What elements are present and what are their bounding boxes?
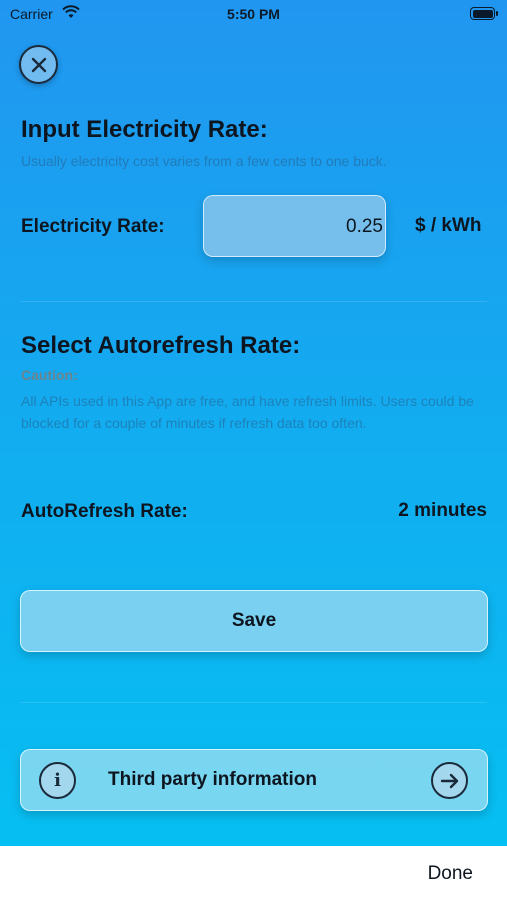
info-icon: i [39, 762, 76, 799]
battery-icon [470, 7, 498, 20]
electricity-rate-input[interactable]: 0.25 [203, 195, 386, 257]
clock-label: 5:50 PM [227, 6, 280, 22]
close-button[interactable] [19, 45, 58, 84]
third-party-info-button[interactable]: i Third party information [20, 749, 488, 811]
autorefresh-rate-picker[interactable]: 2 minutes [398, 500, 487, 522]
divider [21, 702, 487, 703]
done-button[interactable]: Done [428, 863, 473, 885]
caution-text: All APIs used in this App are free, and … [21, 393, 474, 431]
rate-unit-label: $ / kWh [415, 215, 482, 236]
electricity-section-title: Input Electricity Rate: [21, 116, 268, 143]
status-bar: Carrier 5:50 PM [0, 0, 507, 30]
close-icon [31, 57, 46, 72]
caution-label: Caution: [21, 367, 78, 383]
settings-screen: Carrier 5:50 PM Input Electricity Rate: … [0, 0, 507, 846]
autorefresh-rate-label: AutoRefresh Rate: [21, 501, 188, 522]
divider [21, 301, 487, 302]
bottom-toolbar: Done [0, 846, 507, 900]
autorefresh-section-title: Select Autorefresh Rate: [21, 332, 301, 359]
third-party-info-label: Third party information [108, 769, 317, 790]
electricity-hint: Usually electricity cost varies from a f… [21, 153, 387, 169]
arrow-right-icon [431, 762, 468, 799]
electricity-rate-label: Electricity Rate: [21, 216, 165, 237]
save-button[interactable]: Save [20, 590, 488, 652]
